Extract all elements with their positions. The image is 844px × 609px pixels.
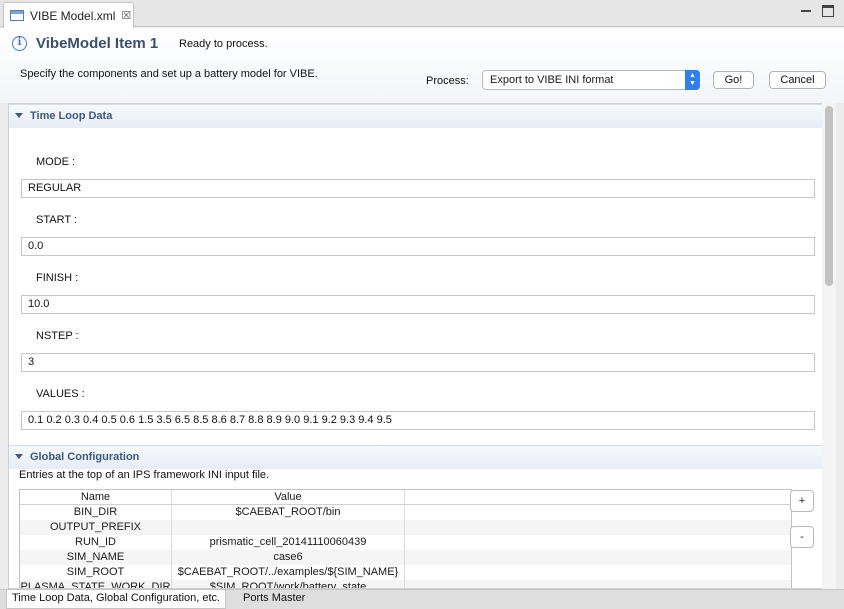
close-icon[interactable]: ☒ bbox=[121, 9, 131, 22]
table-row[interactable]: SIM_ROOT $CAEBAT_ROOT/../examples/${SIM_… bbox=[20, 565, 791, 580]
row-value-cell: prismatic_cell_20141110060439 bbox=[172, 535, 405, 550]
row-name-cell: PLASMA_STATE_WORK_DIR bbox=[20, 580, 172, 588]
values-label: VALUES : bbox=[36, 388, 85, 400]
column-header-name[interactable]: Name bbox=[20, 490, 172, 505]
form-content: Time Loop Data MODE : REGULAR START : 0.… bbox=[8, 103, 829, 589]
nstep-field[interactable]: 3 bbox=[21, 353, 815, 372]
nstep-label: NSTEP : bbox=[36, 330, 79, 342]
expand-twisty-icon[interactable] bbox=[15, 454, 23, 459]
editor-tab-bar: VIBE Model.xml ☒ bbox=[0, 0, 844, 28]
global-config-description: Entries at the top of an IPS framework I… bbox=[19, 469, 270, 481]
cancel-button[interactable]: Cancel bbox=[769, 71, 826, 89]
row-value-cell: $SIM_ROOT/work/battery_state bbox=[172, 580, 405, 588]
form-status: Ready to process. bbox=[179, 38, 268, 50]
scrollbar-thumb[interactable] bbox=[825, 106, 833, 286]
maximize-icon[interactable] bbox=[822, 5, 834, 17]
mode-field[interactable]: REGULAR bbox=[21, 179, 815, 198]
process-select-value: Export to VIBE INI format bbox=[490, 74, 614, 86]
info-icon: i bbox=[12, 36, 27, 51]
expand-twisty-icon[interactable] bbox=[15, 113, 23, 118]
remove-row-button[interactable]: - bbox=[790, 526, 814, 548]
table-header-row: Name Value bbox=[20, 490, 791, 505]
form-header: i VibeModel Item 1 Ready to process. Spe… bbox=[0, 28, 844, 103]
tab-ports-master[interactable]: Ports Master bbox=[238, 590, 310, 609]
start-label: START : bbox=[36, 214, 77, 226]
page-tab-bar: Time Loop Data, Global Configuration, et… bbox=[0, 589, 844, 609]
process-label: Process: bbox=[426, 75, 469, 87]
row-value-cell: $CAEBAT_ROOT/../examples/${SIM_NAME} bbox=[172, 565, 405, 580]
row-value-cell: case6 bbox=[172, 550, 405, 565]
tab-time-loop-data[interactable]: Time Loop Data, Global Configuration, et… bbox=[6, 590, 227, 609]
time-loop-section-title: Time Loop Data bbox=[30, 110, 113, 122]
row-name-cell: BIN_DIR bbox=[20, 505, 172, 520]
table-row[interactable]: RUN_ID prismatic_cell_20141110060439 bbox=[20, 535, 791, 550]
start-field[interactable]: 0.0 bbox=[21, 237, 815, 256]
table-row[interactable]: SIM_NAME case6 bbox=[20, 550, 791, 565]
mode-label: MODE : bbox=[36, 156, 76, 168]
table-row[interactable]: PLASMA_STATE_WORK_DIR $SIM_ROOT/work/bat… bbox=[20, 580, 791, 588]
global-config-section-header[interactable]: Global Configuration bbox=[9, 445, 828, 469]
row-name-cell: SIM_ROOT bbox=[20, 565, 172, 580]
table-row[interactable]: BIN_DIR $CAEBAT_ROOT/bin bbox=[20, 505, 791, 520]
editor-tab-label: VIBE Model.xml bbox=[30, 8, 116, 23]
finish-label: FINISH : bbox=[36, 272, 79, 284]
row-value-cell bbox=[172, 520, 405, 535]
minimize-icon[interactable] bbox=[800, 5, 812, 17]
finish-field[interactable]: 10.0 bbox=[21, 295, 815, 314]
xml-file-icon bbox=[10, 10, 24, 21]
select-arrows-icon: ▲ ▼ bbox=[685, 70, 700, 90]
form-description: Specify the components and set up a batt… bbox=[20, 68, 318, 80]
global-config-table[interactable]: Name Value BIN_DIR $CAEBAT_ROOT/bin OUTP… bbox=[19, 489, 792, 588]
row-name-cell: SIM_NAME bbox=[20, 550, 172, 565]
go-button[interactable]: Go! bbox=[713, 71, 754, 89]
process-select[interactable]: Export to VIBE INI format ▲ ▼ bbox=[482, 70, 700, 90]
row-name-cell: RUN_ID bbox=[20, 535, 172, 550]
global-config-section-title: Global Configuration bbox=[30, 451, 140, 463]
column-header-value[interactable]: Value bbox=[172, 490, 405, 505]
add-row-button[interactable]: + bbox=[790, 490, 814, 512]
editor-tab-vibe-model[interactable]: VIBE Model.xml ☒ bbox=[3, 2, 134, 28]
values-field[interactable]: 0.1 0.2 0.3 0.4 0.5 0.6 1.5 3.5 6.5 8.5 … bbox=[21, 411, 815, 430]
time-loop-section-header[interactable]: Time Loop Data bbox=[9, 104, 828, 128]
table-row[interactable]: OUTPUT_PREFIX bbox=[20, 520, 791, 535]
form-title: VibeModel Item 1 bbox=[36, 35, 159, 52]
row-name-cell: OUTPUT_PREFIX bbox=[20, 520, 172, 535]
vertical-scrollbar[interactable] bbox=[822, 103, 836, 589]
row-value-cell: $CAEBAT_ROOT/bin bbox=[172, 505, 405, 520]
